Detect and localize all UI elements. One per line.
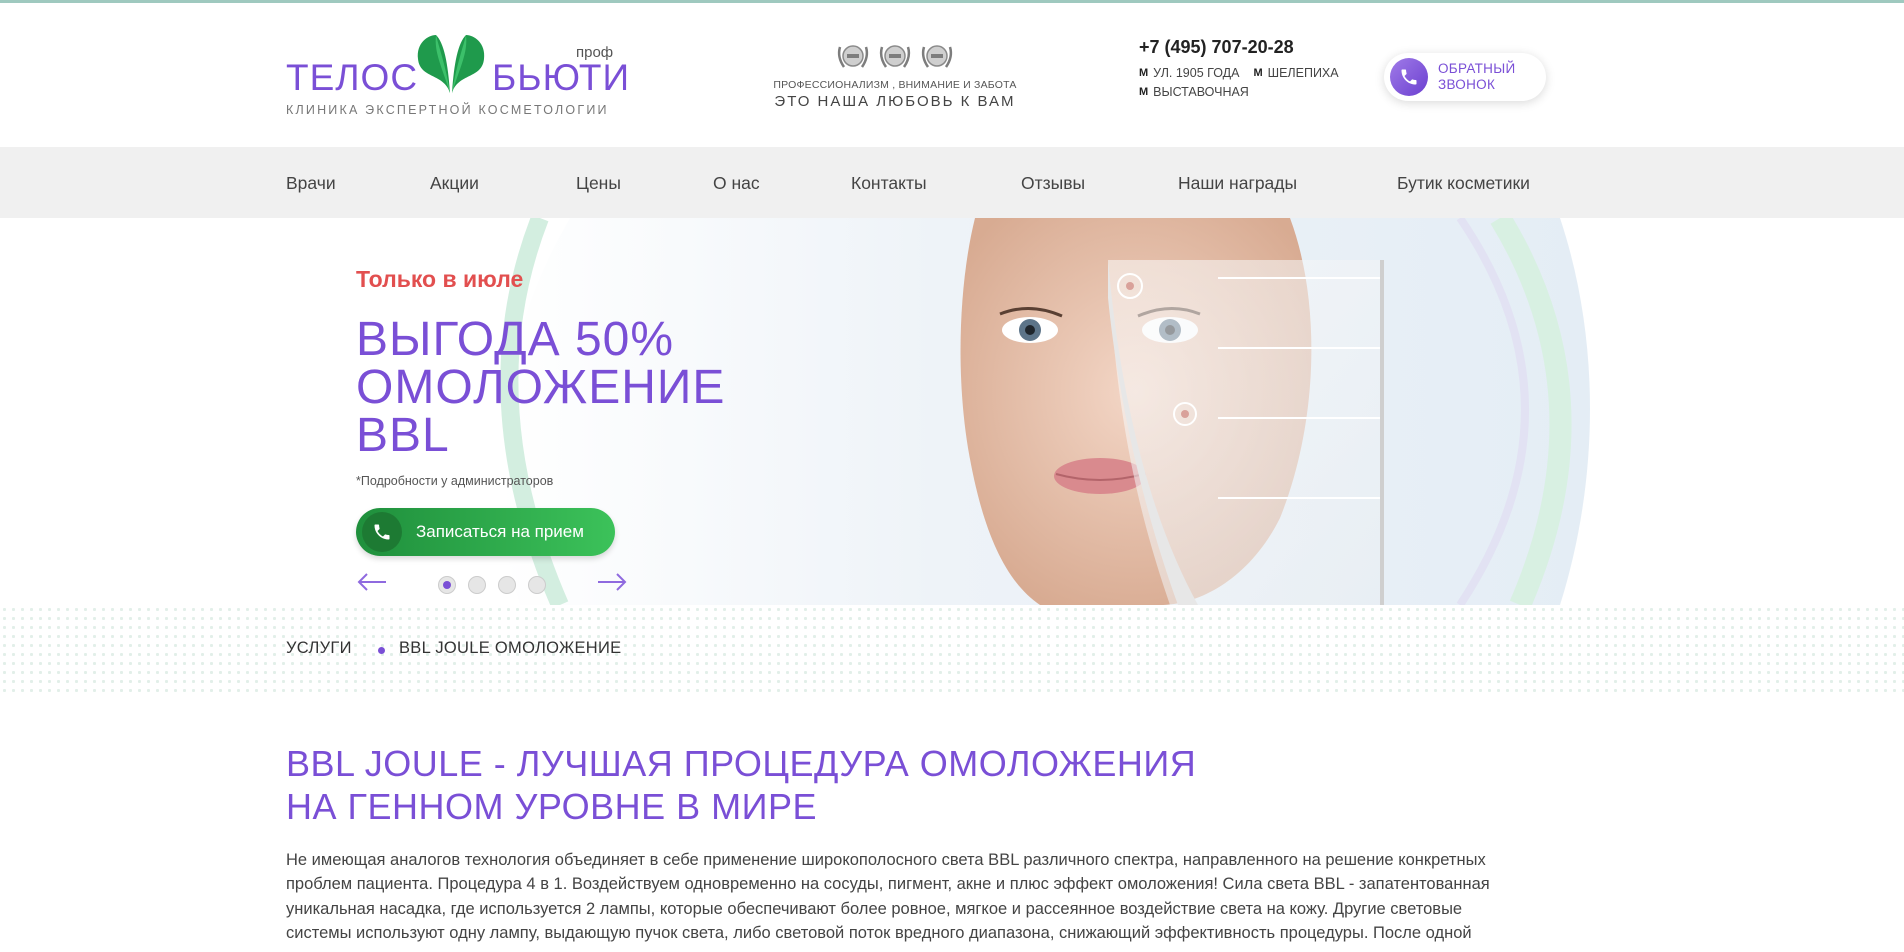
callback-label-line1: ОБРАТНЫЙ <box>1438 61 1516 76</box>
metro-station: M ВЫСТАВОЧНАЯ <box>1139 85 1249 99</box>
nav-item-doctors[interactable]: Врачи <box>286 173 336 194</box>
awards-row <box>770 41 1020 71</box>
nav-item-about[interactable]: О нас <box>713 173 760 194</box>
page-title-line: НА ГЕННОМ УРОВНЕ В МИРЕ <box>286 786 818 827</box>
award-laurel-icon <box>879 45 911 68</box>
breadcrumb-separator <box>378 647 385 654</box>
breadcrumb-item-current: BBL JOULE ОМОЛОЖЕНИЕ <box>399 639 622 657</box>
phone-handset-icon <box>1390 58 1428 96</box>
nav-item-promotions[interactable]: Акции <box>430 173 479 194</box>
logo-prof-label: проф <box>576 44 614 61</box>
nav-item-prices[interactable]: Цены <box>576 173 621 194</box>
nav-item-contacts[interactable]: Контакты <box>851 173 927 194</box>
book-appointment-label: Записаться на прием <box>416 522 584 541</box>
main-nav: Врачи Акции Цены О нас Контакты Отзывы Н… <box>0 147 1904 218</box>
metro-icon: M <box>1139 67 1149 79</box>
metro-station: M ШЕЛЕПИХА <box>1253 66 1338 80</box>
slider-dot-2[interactable] <box>468 576 486 594</box>
article-text-line: проблем пациента. Процедура 4 в 1. Возде… <box>286 875 1490 894</box>
arrow-right-icon[interactable] <box>596 570 628 594</box>
nav-item-reviews[interactable]: Отзывы <box>1021 173 1085 194</box>
promo-month-label: Только в июле <box>356 266 524 292</box>
slider-dot-3[interactable] <box>498 576 516 594</box>
banner-background-image <box>0 218 1904 605</box>
butterfly-logo-icon <box>417 35 485 93</box>
metro-station-label: УЛ. 1905 ГОДА <box>1153 66 1240 80</box>
award-laurel-icon <box>921 45 953 68</box>
promo-title-line: ВЫГОДА 50% <box>356 313 675 366</box>
logo-subtitle: КЛИНИКА ЭКСПЕРТНОЙ КОСМЕТОЛОГИИ <box>286 103 609 117</box>
nav-item-cosmetics-boutique[interactable]: Бутик косметики <box>1397 173 1530 194</box>
arrow-left-icon[interactable] <box>356 570 388 594</box>
logo-word-right: БЬЮТИ <box>492 57 631 98</box>
slider-dot-1[interactable] <box>438 576 456 594</box>
page-title-line: BBL JOULE - ЛУЧШАЯ ПРОЦЕДУРА ОМОЛОЖЕНИЯ <box>286 743 1197 784</box>
slogan-big: ЭТО НАША ЛЮБОВЬ К ВАМ <box>774 93 1016 110</box>
phone-number[interactable]: +7 (495) 707-20-28 <box>1139 37 1339 58</box>
article-text-line: системы используют одну лампу, выдающую … <box>286 923 1472 942</box>
slogan-small: ПРОФЕССИОНАЛИЗМ , ВНИМАНИЕ И ЗАБОТА <box>773 79 1017 91</box>
breadcrumb: УСЛУГИ BBL JOULE ОМОЛОЖЕНИЕ <box>0 605 1904 695</box>
article-text-line: уникальная насадка, где используется 2 л… <box>286 899 1463 918</box>
award-laurel-icon <box>837 45 869 68</box>
book-appointment-button[interactable]: Записаться на прием <box>356 508 615 556</box>
header-slogan: ПРОФЕССИОНАЛИЗМ , ВНИМАНИЕ И ЗАБОТА ЭТО … <box>770 41 1020 110</box>
metro-station: M УЛ. 1905 ГОДА <box>1139 66 1239 80</box>
metro-station-label: ШЕЛЕПИХА <box>1267 66 1339 80</box>
nav-item-awards[interactable]: Наши награды <box>1178 173 1297 194</box>
promo-title-line: BBL <box>356 409 450 462</box>
site-header: ТЕЛОС БЬЮТИ проф КЛИНИКА ЭКСПЕРТНОЙ КОСМ… <box>0 3 1904 147</box>
article-text-line: Не имеющая аналогов технология объединяе… <box>286 851 1486 869</box>
page-title: BBL JOULE - ЛУЧШАЯ ПРОЦЕДУРА ОМОЛОЖЕНИЯ … <box>286 742 1196 828</box>
metro-icon: M <box>1139 86 1149 98</box>
callback-label-line2: ЗВОНОК <box>1438 77 1496 92</box>
site-logo[interactable]: ТЕЛОС БЬЮТИ проф КЛИНИКА ЭКСПЕРТНОЙ КОСМ… <box>286 31 629 123</box>
phone-handset-icon <box>362 512 402 552</box>
metro-icon: M <box>1253 67 1263 79</box>
callback-button[interactable]: ОБРАТНЫЙ ЗВОНОК <box>1384 53 1546 101</box>
slider-dot-4[interactable] <box>528 576 546 594</box>
metro-station-label: ВЫСТАВОЧНАЯ <box>1153 85 1249 99</box>
promo-footnote: *Подробности у администраторов <box>356 474 554 488</box>
promo-title: ВЫГОДА 50% ОМОЛОЖЕНИЕ BBL <box>356 316 725 460</box>
article-text: Не имеющая аналогов технология объединяе… <box>286 848 1626 945</box>
promo-slider: Только в июле ВЫГОДА 50% ОМОЛОЖЕНИЕ BBL … <box>0 218 1904 605</box>
promo-title-line: ОМОЛОЖЕНИЕ <box>356 361 726 414</box>
breadcrumb-item-services[interactable]: УСЛУГИ <box>286 639 352 658</box>
header-contacts: +7 (495) 707-20-28 M УЛ. 1905 ГОДА M ШЕЛЕП… <box>1139 37 1339 104</box>
logo-word-left: ТЕЛОС <box>286 57 419 98</box>
